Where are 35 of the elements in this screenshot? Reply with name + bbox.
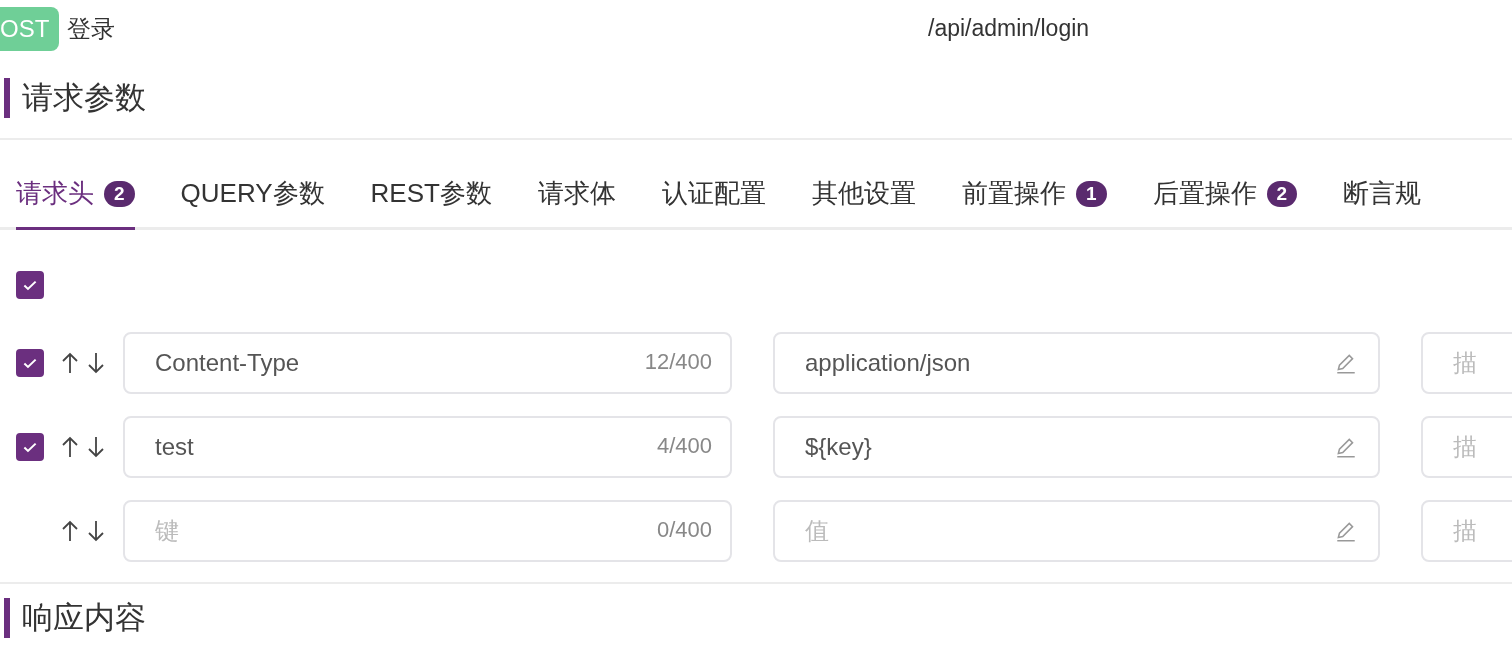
row-checkbox[interactable] [16, 349, 44, 377]
tab[interactable]: REST参数 [370, 176, 492, 230]
header-value-field[interactable]: 值 [773, 500, 1380, 562]
select-all-checkbox[interactable] [16, 271, 44, 299]
tab[interactable]: 前置操作 1 [961, 176, 1107, 230]
tab[interactable]: QUERY参数 [180, 176, 325, 230]
request-name: 登录 [67, 14, 116, 44]
count-badge: 2 [104, 180, 135, 207]
request-url: /api/admin/login [928, 15, 1090, 42]
move-up-icon[interactable] [60, 435, 80, 459]
move-down-icon[interactable] [86, 519, 106, 543]
move-down-icon[interactable] [86, 435, 106, 459]
method-badge: OST [0, 7, 60, 51]
section-title: 请求参数 [4, 78, 146, 118]
tab[interactable]: 后置操作 2 [1152, 176, 1298, 230]
count-badge: 1 [1075, 180, 1107, 207]
description-field[interactable]: 描 [1421, 416, 1512, 478]
description-field[interactable]: 描 [1421, 332, 1512, 394]
char-count: 4/400 [656, 433, 712, 459]
tab[interactable]: 其他设置 [811, 176, 916, 230]
tab[interactable]: 断言规 [1343, 176, 1422, 230]
move-up-icon[interactable] [60, 519, 80, 543]
header-value-field[interactable]: application/json [773, 332, 1380, 394]
tab[interactable]: 请求体 [537, 176, 616, 230]
move-up-icon[interactable] [60, 351, 80, 375]
row-checkbox[interactable] [16, 433, 44, 461]
count-badge: 2 [1266, 180, 1298, 207]
description-field[interactable]: 描 [1421, 500, 1512, 562]
tab[interactable]: 请求头 2 [16, 176, 135, 230]
char-count: 12/400 [644, 349, 712, 375]
section-title: 响应内容 [4, 598, 146, 638]
move-down-icon[interactable] [86, 351, 106, 375]
tab[interactable]: 认证配置 [661, 176, 766, 230]
header-value-field[interactable]: ${key} [773, 416, 1380, 478]
char-count: 0/400 [656, 517, 712, 543]
